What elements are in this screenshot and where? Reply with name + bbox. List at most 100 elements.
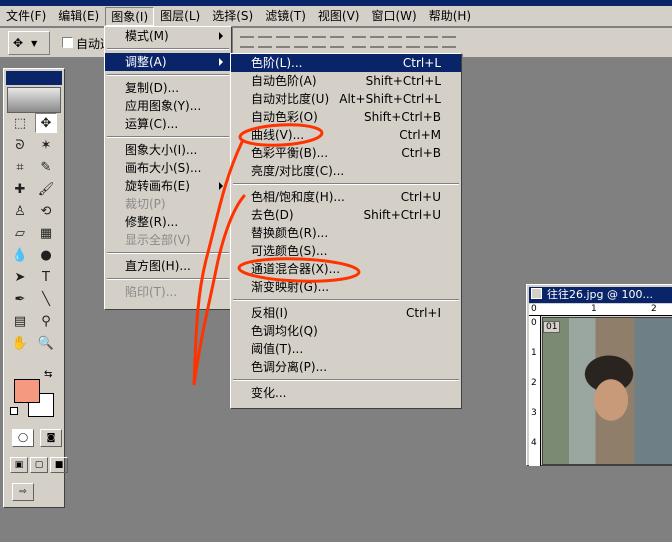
adjust-menu-item[interactable]: 色阶(L)... Ctrl+L [231,54,461,72]
standard-screen-icon[interactable]: ▣ [10,457,28,473]
adjust-menu-item[interactable]: 自动色彩(O) Shift+Ctrl+B [231,108,461,126]
toolbox-title-bar[interactable] [6,71,62,85]
adjust-menu-item[interactable]: 色调均化(Q) [231,322,461,340]
document-title-bar[interactable]: 往往26.jpg @ 100... [529,287,672,303]
full-screen-menu-icon[interactable]: ▢ [30,457,48,473]
menu-window[interactable]: 窗口(W) [365,7,422,26]
eyedropper-tool-icon[interactable]: ⚲ [35,311,57,331]
adjust-menu-item[interactable]: 变化... [231,384,461,402]
adjust-menu-item[interactable]: 替换颜色(R)... [231,224,461,242]
menu-image[interactable]: 图象(I) [105,6,155,26]
healing-brush-tool-icon[interactable]: ✚ [9,179,31,199]
image-menu-item[interactable]: 直方图(H)... [105,257,231,275]
menu-select[interactable]: 选择(S) [206,7,259,26]
foreground-color-swatch[interactable] [14,379,40,403]
submenu-arrow-icon [219,182,223,190]
stamp-tool-icon[interactable]: ♙ [9,201,31,221]
hand-tool-icon[interactable]: ✋ [9,333,31,353]
tool-preset-picker[interactable]: ✥ ▼ [8,31,50,55]
move-tool-icon[interactable]: ✥ [35,113,57,133]
blur-tool-icon[interactable]: 💧 [9,245,31,265]
distribute-left-icon[interactable] [406,36,420,48]
menu-filter[interactable]: 滤镜(T) [259,7,312,26]
adjust-menu-item[interactable]: 自动色阶(A) Shift+Ctrl+L [231,72,461,90]
slice-tool-icon[interactable]: ✎ [35,157,57,177]
swap-colors-icon[interactable]: ⇆ [44,369,52,380]
distribute-center-icon[interactable] [424,36,438,48]
menu-item-label: 反相(I) [251,306,288,320]
distribute-right-icon[interactable] [442,36,456,48]
type-tool-icon[interactable]: T [35,267,57,287]
jump-to-buttons: ⇨ [12,483,34,501]
menu-item-label: 替换颜色(R)... [251,226,329,240]
image-menu-item[interactable]: 图象大小(I)... [105,141,231,159]
ruler-v-label: 1 [531,348,537,358]
distribute-top-icon[interactable] [352,36,366,48]
adjust-menu-item[interactable]: 阈值(T)... [231,340,461,358]
photo-canvas[interactable] [542,317,672,465]
menu-item-label: 阈值(T)... [251,342,304,356]
adjust-menu-item[interactable]: 亮度/对比度(C)... [231,162,461,180]
image-menu-item[interactable]: 调整(A) [105,53,231,71]
adjust-menu-item[interactable]: 色彩平衡(B)... Ctrl+B [231,144,461,162]
align-left-icon[interactable] [294,36,308,48]
image-menu-item[interactable]: 画布大小(S)... [105,159,231,177]
crop-tool-icon[interactable]: ⌗ [9,157,31,177]
align-top-icon[interactable] [240,36,254,48]
menu-layer[interactable]: 图层(L) [154,7,206,26]
ruler-h-label: 1 [591,304,597,314]
adjust-menu-item[interactable]: 渐变映射(G)... [231,278,461,296]
marquee-tool-icon[interactable]: ⬚ [9,113,31,133]
gradient-tool-icon[interactable]: ▦ [35,223,57,243]
standard-mode-icon[interactable]: ◯ [12,429,34,447]
menu-item-label: 调整(A) [125,55,167,69]
menu-file[interactable]: 文件(F) [0,7,52,26]
distribute-middle-icon[interactable] [370,36,384,48]
align-center-icon[interactable] [312,36,326,48]
zoom-tool-icon[interactable]: 🔍 [35,333,57,353]
magic-wand-tool-icon[interactable]: ✶ [35,135,57,155]
quick-mask-mode-icon[interactable]: ◙ [40,429,62,447]
image-menu-item[interactable]: 模式(M) [105,27,231,45]
adjust-menu-item[interactable]: 去色(D) Shift+Ctrl+U [231,206,461,224]
adjust-menu-item[interactable]: 色调分离(P)... [231,358,461,376]
adjust-menu-item[interactable]: 可选颜色(S)... [231,242,461,260]
line-tool-icon[interactable]: ╲ [35,289,57,309]
image-menu-item[interactable]: 运算(C)... [105,115,231,133]
align-middle-icon[interactable] [258,36,272,48]
document-icon [531,288,542,299]
menu-bar: 文件(F) 编辑(E) 图象(I) 图层(L) 选择(S) 滤镜(T) 视图(V… [0,6,672,27]
image-menu-item[interactable]: 应用图象(Y)... [105,97,231,115]
adjust-menu-item[interactable]: 色相/饱和度(H)... Ctrl+U [231,188,461,206]
horizontal-ruler[interactable]: 0 1 2 [529,304,672,316]
ruler-v-label: 0 [531,318,537,328]
lasso-tool-icon[interactable]: ᘐ [9,135,31,155]
history-brush-tool-icon[interactable]: ⟲ [35,201,57,221]
menu-item-label: 自动色彩(O) [251,110,318,124]
align-bottom-icon[interactable] [276,36,290,48]
adjust-menu-item[interactable]: 反相(I) Ctrl+I [231,304,461,322]
pen-tool-icon[interactable]: ✒ [9,289,31,309]
auto-select-checkbox[interactable] [62,37,73,48]
adjust-menu-item[interactable]: 自动对比度(U) Alt+Shift+Ctrl+L [231,90,461,108]
dodge-tool-icon[interactable]: ● [35,245,57,265]
vertical-ruler[interactable]: 0 1 2 3 4 [529,316,541,466]
image-menu-item[interactable]: 修整(R)... [105,213,231,231]
image-menu-item[interactable]: 复制(D)... [105,79,231,97]
menu-view[interactable]: 视图(V) [312,7,366,26]
jump-to-imageready-icon[interactable]: ⇨ [12,483,34,501]
eraser-tool-icon[interactable]: ▱ [9,223,31,243]
adjust-menu-item[interactable]: 曲线(V)... Ctrl+M [231,126,461,144]
menu-help[interactable]: 帮助(H) [423,7,477,26]
align-right-icon[interactable] [330,36,344,48]
menu-separator [105,249,231,257]
menu-edit[interactable]: 编辑(E) [52,7,105,26]
path-select-tool-icon[interactable]: ➤ [9,267,31,287]
full-screen-icon[interactable]: ■ [50,457,68,473]
brush-tool-icon[interactable]: 🖌 [35,179,57,199]
adjust-menu-item[interactable]: 通道混合器(X)... [231,260,461,278]
distribute-bottom-icon[interactable] [388,36,402,48]
default-colors-icon[interactable] [10,407,18,415]
notes-tool-icon[interactable]: ▤ [9,311,31,331]
image-menu-item[interactable]: 旋转画布(E) [105,177,231,195]
